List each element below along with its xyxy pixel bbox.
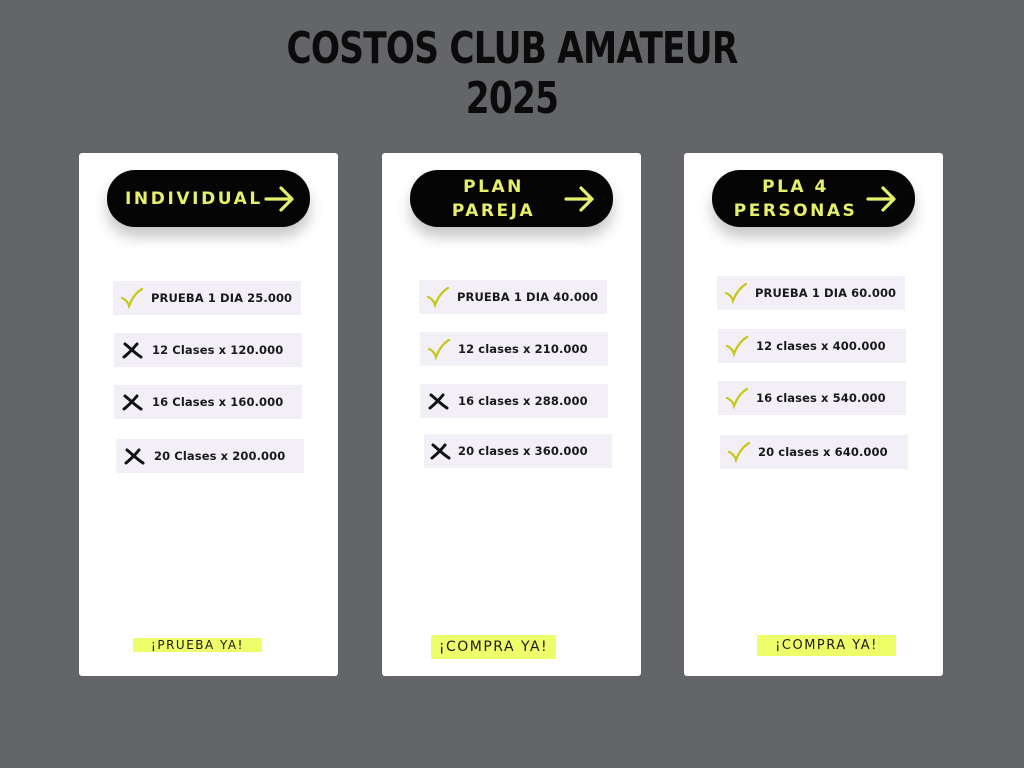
list-item-text: 12 clases x 210.000 bbox=[458, 342, 588, 356]
prueba-ya-button[interactable]: ¡PRUEBA YA! bbox=[133, 638, 262, 652]
pricing-card-4-personas: PLA 4 PERSONAS PRUEBA 1 DIA 60.000 12 cl… bbox=[684, 153, 943, 676]
list-item: 20 Clases x 200.000 bbox=[116, 439, 304, 473]
plan-label-line-2: PERSONAS bbox=[733, 200, 858, 221]
cross-icon bbox=[114, 333, 152, 367]
plan-button-individual[interactable]: INDIVIDUAL bbox=[107, 170, 310, 227]
plan-label-line-2: PAREJA bbox=[451, 200, 536, 221]
list-item: 12 clases x 400.000 bbox=[718, 329, 906, 363]
check-icon bbox=[419, 280, 457, 314]
list-item: 20 clases x 360.000 bbox=[424, 434, 612, 468]
list-item: 20 clases x 640.000 bbox=[720, 435, 908, 469]
list-item: 16 clases x 540.000 bbox=[718, 381, 906, 415]
list-item-text: 16 clases x 288.000 bbox=[458, 394, 588, 408]
compra-ya-button[interactable]: ¡COMPRA YA! bbox=[757, 635, 896, 656]
list-item-text: 12 clases x 400.000 bbox=[756, 339, 886, 353]
page-title: COSTOS CLUB AMATEUR 2025 bbox=[113, 24, 912, 124]
plan-label-line-1: PLA 4 bbox=[762, 176, 829, 197]
page-title-line-1: COSTOS CLUB AMATEUR bbox=[286, 23, 738, 74]
cross-icon bbox=[420, 384, 458, 418]
plan-label: PLAN PAREJA bbox=[410, 175, 563, 223]
list-item: PRUEBA 1 DIA 60.000 bbox=[717, 276, 905, 310]
list-item: 16 Clases x 160.000 bbox=[114, 385, 302, 419]
arrow-right-icon bbox=[264, 185, 294, 212]
check-icon bbox=[113, 281, 151, 315]
list-item-text: 20 clases x 360.000 bbox=[458, 444, 588, 458]
cross-icon bbox=[114, 385, 152, 419]
plan-label-line-1: PLAN bbox=[463, 176, 524, 197]
list-item: PRUEBA 1 DIA 40.000 bbox=[419, 280, 607, 314]
list-item-text: 20 clases x 640.000 bbox=[758, 445, 888, 459]
arrow-right-icon bbox=[564, 185, 594, 212]
list-item: 12 clases x 210.000 bbox=[420, 332, 608, 366]
check-icon bbox=[718, 381, 756, 415]
cross-icon bbox=[116, 439, 154, 473]
check-icon bbox=[720, 435, 758, 469]
list-item-text: PRUEBA 1 DIA 40.000 bbox=[457, 290, 599, 304]
plan-label: PLA 4 PERSONAS bbox=[712, 175, 865, 223]
list-item-text: 16 Clases x 160.000 bbox=[152, 395, 284, 409]
pricing-card-individual: INDIVIDUAL PRUEBA 1 DIA 25.000 12 Clases… bbox=[79, 153, 338, 676]
list-item-text: PRUEBA 1 DIA 60.000 bbox=[755, 286, 897, 300]
check-icon bbox=[718, 329, 756, 363]
compra-ya-button[interactable]: ¡COMPRA YA! bbox=[431, 635, 556, 659]
list-item-text: 16 clases x 540.000 bbox=[756, 391, 886, 405]
check-icon bbox=[420, 332, 458, 366]
list-item: PRUEBA 1 DIA 25.000 bbox=[113, 281, 301, 315]
cross-icon bbox=[424, 434, 458, 468]
list-item-text: 20 Clases x 200.000 bbox=[154, 449, 286, 463]
check-icon bbox=[717, 276, 755, 310]
list-item: 16 clases x 288.000 bbox=[420, 384, 608, 418]
arrow-right-icon bbox=[866, 185, 896, 212]
pricing-card-pareja: PLAN PAREJA PRUEBA 1 DIA 40.000 12 clase… bbox=[382, 153, 641, 676]
list-item-text: PRUEBA 1 DIA 25.000 bbox=[151, 291, 293, 305]
plan-label: INDIVIDUAL bbox=[125, 188, 263, 209]
plan-button-4-personas[interactable]: PLA 4 PERSONAS bbox=[712, 170, 915, 227]
list-item-text: 12 Clases x 120.000 bbox=[152, 343, 284, 357]
page-title-line-2: 2025 bbox=[465, 73, 559, 124]
list-item: 12 Clases x 120.000 bbox=[114, 333, 302, 367]
plan-button-pareja[interactable]: PLAN PAREJA bbox=[410, 170, 613, 227]
